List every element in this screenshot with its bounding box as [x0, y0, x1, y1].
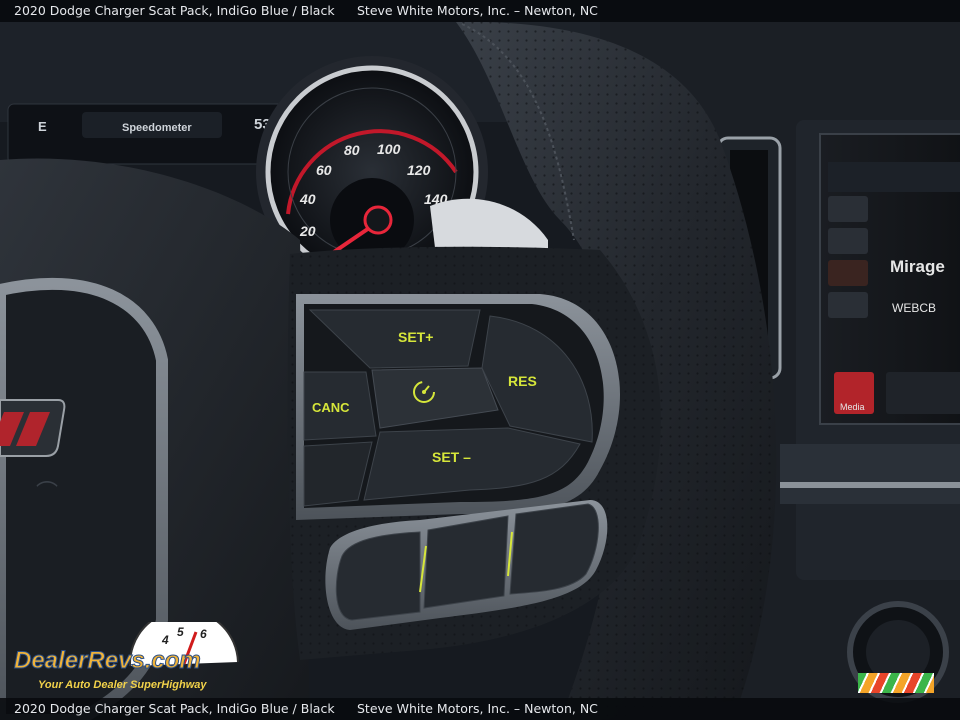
radio-logo-text: WEBCB — [892, 301, 936, 315]
photo-stage: Speedometer 53° E 20 40 60 80 100 120 14… — [0, 0, 960, 720]
speed-label-80: 80 — [344, 142, 360, 158]
svg-text:5: 5 — [177, 625, 184, 639]
vehicle-caption: 2020 Dodge Charger Scat Pack, IndiGo Blu… — [14, 3, 335, 18]
caption-bar-bottom: 2020 Dodge Charger Scat Pack, IndiGo Blu… — [0, 698, 960, 720]
radio-brand-text: Mirage — [890, 257, 945, 276]
caption-bar-top: 2020 Dodge Charger Scat Pack, IndiGo Blu… — [0, 0, 960, 22]
speed-label-100: 100 — [377, 141, 401, 157]
watermark-logo: DealerRevs.com — [14, 647, 201, 674]
dealer-caption-bottom: Steve White Motors, Inc. – Newton, NC — [357, 701, 598, 716]
set-plus-label: SET+ — [398, 329, 433, 345]
dealer-caption: Steve White Motors, Inc. – Newton, NC — [357, 3, 598, 18]
cluster-title: Speedometer — [122, 122, 192, 134]
color-stripes-badge — [858, 673, 934, 693]
svg-text:4: 4 — [161, 633, 169, 647]
dealer-watermark: 4 5 6 DealerRevs.com Your Auto Dealer Su… — [14, 622, 239, 691]
resume-label: RES — [508, 373, 537, 389]
speed-label-60: 60 — [316, 162, 332, 178]
lower-middle-button[interactable] — [423, 515, 509, 609]
speed-label-20: 20 — [299, 223, 316, 239]
set-minus-label: SET – — [432, 449, 471, 465]
media-button-label: Media — [840, 402, 865, 412]
svg-text:E: E — [38, 119, 47, 134]
cancel-label: CANC — [312, 400, 350, 415]
vehicle-caption-bottom: 2020 Dodge Charger Scat Pack, IndiGo Blu… — [14, 701, 335, 716]
speed-label-40: 40 — [299, 191, 316, 207]
speed-label-120: 120 — [407, 162, 431, 178]
steering-wheel-photo: Speedometer 53° E 20 40 60 80 100 120 14… — [0, 0, 960, 720]
svg-text:6: 6 — [200, 627, 207, 641]
watermark-tagline: Your Auto Dealer SuperHighway — [38, 679, 207, 691]
svg-text:⌒: ⌒ — [36, 480, 58, 505]
